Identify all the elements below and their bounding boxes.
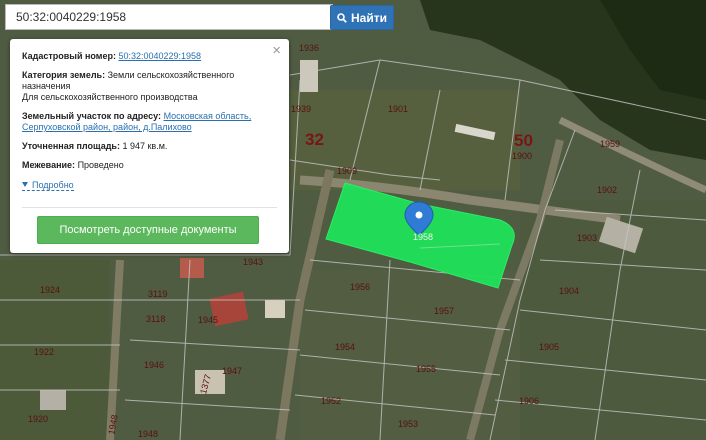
popup-divider (22, 207, 277, 208)
cadastral-row: Кадастровый номер: 50:32:0040229:1958 (22, 51, 277, 62)
area-value: 1 947 кв.м. (122, 141, 168, 151)
search-icon (337, 12, 347, 23)
parcel-label: 1902 (597, 185, 617, 195)
parcel-label: 1952 (321, 396, 341, 406)
parcel-label: 1903 (577, 233, 597, 243)
parcel-label: 1945 (198, 315, 218, 325)
building (40, 390, 66, 410)
area-row: Уточненная площадь: 1 947 кв.м. (22, 141, 277, 152)
survey-value: Проведено (77, 160, 124, 170)
category-row: Категория земель: Земли сельскохозяйстве… (22, 70, 277, 103)
more-details-link[interactable]: Подробно (22, 180, 74, 191)
building (180, 258, 204, 278)
view-documents-button[interactable]: Посмотреть доступные документы (37, 216, 259, 244)
parcel-label: 1909 (337, 166, 357, 176)
parcel-label: 1947 (222, 366, 242, 376)
parcel-label: 1939 (291, 104, 311, 114)
area-label: Уточненная площадь: (22, 141, 120, 151)
more-details-label: Подробно (32, 179, 74, 190)
address-row: Земельный участок по адресу: Московская … (22, 111, 277, 133)
parcel-label: 1924 (40, 285, 60, 295)
parcel-label: 1953 (398, 419, 418, 429)
parcel-label: 1943 (243, 257, 263, 267)
survey-row: Межевание: Проведено (22, 160, 277, 171)
address-label: Земельный участок по адресу: (22, 111, 162, 121)
parcel-label: 1959 (600, 139, 620, 149)
parcel-label: 1954 (335, 342, 355, 352)
address-link-2[interactable]: Серпуховской район, район, д.Палихово (22, 122, 192, 132)
close-icon[interactable]: × (272, 43, 281, 58)
parcel-label: 1905 (539, 342, 559, 352)
cadastral-label: Кадастровый номер: (22, 51, 116, 61)
parcel-label: 1948 (138, 429, 158, 439)
category-label: Категория земель: (22, 70, 106, 80)
search-button-label: Найти (351, 10, 387, 25)
parcel-label: 1904 (559, 286, 579, 296)
category-value-1: Земли сельскохозяйственного (107, 70, 235, 80)
view-documents-label: Посмотреть доступные документы (59, 224, 237, 236)
block-label-32: 32 (305, 130, 324, 149)
parcel-info-popup: × Кадастровый номер: 50:32:0040229:1958 … (10, 39, 289, 253)
parcel-label: 1906 (519, 396, 539, 406)
block-label-50: 50 (514, 131, 533, 150)
parcel-label: 3118 (146, 314, 165, 324)
parcel-label: 1901 (388, 104, 408, 114)
cadastral-link[interactable]: 50:32:0040229:1958 (118, 51, 201, 61)
parcel-label: 1922 (34, 347, 54, 357)
building (300, 60, 318, 92)
address-link-1[interactable]: Московская область, (164, 111, 252, 121)
category-value-3: Для сельскохозяйственного производства (22, 92, 198, 102)
parcel-label: 1946 (144, 360, 164, 370)
search-input[interactable] (5, 4, 333, 30)
search-button[interactable]: Найти (330, 5, 394, 30)
survey-label: Межевание: (22, 160, 76, 170)
parcel-label: 1936 (299, 43, 319, 53)
parcel-label: 1920 (28, 414, 48, 424)
marker-parcel-label: 1958 (413, 232, 433, 242)
category-value-2: назначения (22, 81, 71, 91)
parcel-label: 1955 (416, 364, 436, 374)
building (265, 300, 285, 318)
arrow-down-icon (22, 182, 28, 187)
parcel-label: 1956 (350, 282, 370, 292)
parcel-label: 3119 (148, 289, 167, 299)
parcel-label: 1957 (434, 306, 454, 316)
parcel-label: 1900 (512, 151, 532, 161)
